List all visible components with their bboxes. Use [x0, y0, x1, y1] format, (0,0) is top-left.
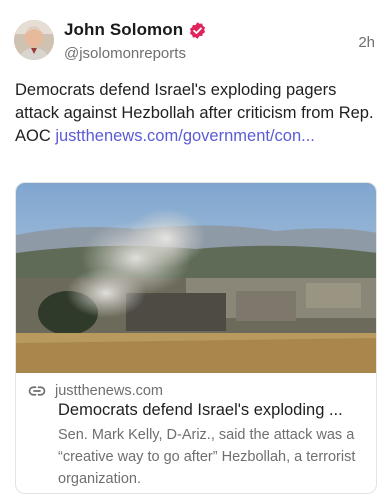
card-title[interactable]: Democrats defend Israel's exploding ... [58, 401, 370, 420]
author-name-row[interactable]: John Solomon [64, 20, 207, 40]
card-description: Sen. Mark Kelly, D-Ariz., said the attac… [58, 427, 356, 487]
post-text: Democrats defend Israel's exploding page… [15, 79, 377, 148]
link-preview-card[interactable]: justthenews.com Democrats defend Israel'… [15, 182, 377, 494]
card-source: justthenews.com [28, 382, 163, 400]
verified-badge-icon [188, 21, 207, 40]
avatar[interactable] [14, 20, 54, 60]
link-icon [28, 382, 46, 400]
author-display-name[interactable]: John Solomon [64, 20, 183, 40]
post-timestamp[interactable]: 2h [358, 34, 375, 51]
post[interactable]: John Solomon @jsolomonreports 2h Democra… [0, 0, 389, 500]
card-photo[interactable] [16, 183, 377, 373]
card-domain: justthenews.com [55, 383, 163, 399]
post-link[interactable]: justthenews.com/government/con... [55, 127, 315, 145]
author-handle[interactable]: @jsolomonreports [64, 45, 186, 62]
